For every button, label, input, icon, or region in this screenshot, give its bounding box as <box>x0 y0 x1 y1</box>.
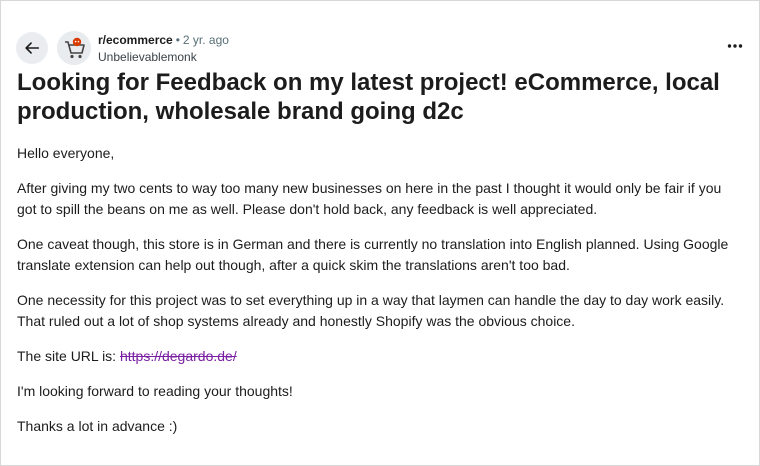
post-closing: Thanks a lot in advance :) <box>17 418 178 434</box>
post-paragraph: One necessity for this project was to se… <box>17 292 725 329</box>
subreddit-avatar[interactable] <box>57 31 91 65</box>
author-username[interactable]: Unbelievablemonk <box>98 49 229 65</box>
post-meta: r/ecommerce • 2 yr. ago Unbelievablemonk <box>98 33 229 65</box>
post-paragraph: One caveat though, this store is in Germ… <box>17 236 729 273</box>
subreddit-name[interactable]: r/ecommerce <box>98 33 173 47</box>
arrow-left-icon <box>25 42 40 54</box>
post-body: Hello everyone, After giving my two cent… <box>17 143 737 451</box>
more-options-button[interactable] <box>724 35 746 57</box>
meta-separator: • <box>175 33 180 47</box>
post-title: Looking for Feedback on my latest projec… <box>17 69 720 125</box>
back-button[interactable] <box>16 32 48 64</box>
site-url-line: The site URL is: https://degardo.de/ <box>17 346 737 367</box>
post-header: r/ecommerce • 2 yr. ago Unbelievablemonk <box>16 31 746 67</box>
site-url-link[interactable]: https://degardo.de/ <box>120 348 237 364</box>
post-age: 2 yr. ago <box>182 33 229 47</box>
post-paragraph: I'm looking forward to reading your thou… <box>17 383 293 399</box>
post-greeting: Hello everyone, <box>17 145 115 161</box>
shopping-cart-avatar <box>57 31 91 65</box>
url-prefix: The site URL is: <box>17 348 120 364</box>
post-paragraph: After giving my two cents to way too man… <box>17 180 722 217</box>
more-horizontal-icon <box>727 44 743 48</box>
